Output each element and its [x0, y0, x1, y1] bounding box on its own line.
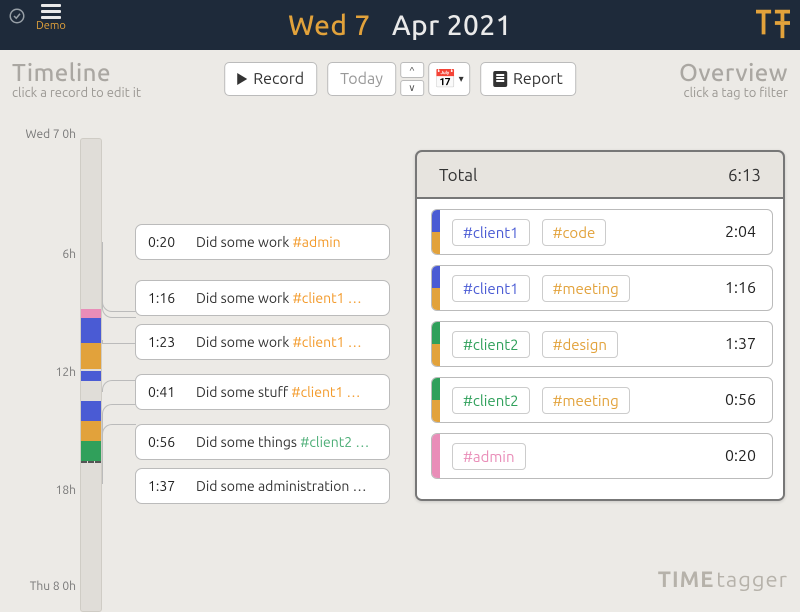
footer-brand: TIMEtagger — [658, 567, 788, 592]
tag-chip[interactable]: #client2 — [452, 387, 530, 414]
total-label: Total — [439, 166, 477, 185]
overview-tag-row[interactable]: #client2 #design 1:37 — [431, 321, 773, 367]
now-marker — [81, 461, 101, 463]
today-label: Today — [340, 70, 383, 88]
timeline-rail[interactable] — [80, 138, 102, 612]
record-duration: 1:23 — [148, 334, 196, 350]
record-card[interactable]: 1:23 Did some work #client1 … — [135, 324, 390, 360]
overview-tag-list: #client1#code2:04#client1#meeting1:16#cl… — [417, 197, 783, 499]
calendar-icon: 📅 — [434, 69, 456, 90]
timeline-heading: Timeline click a record to edit it — [12, 59, 141, 100]
report-icon — [493, 71, 507, 87]
axis-tick: Wed 7 0h — [16, 128, 76, 141]
nav-down-button[interactable]: ∨ — [400, 80, 424, 96]
report-label: Report — [513, 70, 563, 88]
record-desc: Did some things #client2 … — [196, 434, 377, 450]
tag-chip[interactable]: #admin — [452, 443, 526, 470]
today-button[interactable]: Today — [327, 62, 396, 96]
tag-chip[interactable]: #meeting — [542, 387, 630, 414]
caret-down-icon: ▾ — [459, 73, 464, 85]
axis-tick: 6h — [16, 248, 76, 261]
brand-tagger: tagger — [716, 567, 788, 592]
overview-total-row: Total 6:13 — [417, 152, 783, 197]
overview-subtitle: click a tag to filter — [679, 86, 788, 100]
overview-title: Overview — [679, 59, 788, 86]
tag-row-duration: 2:04 — [725, 223, 756, 241]
tag-row-stripes — [432, 266, 440, 310]
total-value: 6:13 — [728, 166, 761, 185]
axis-tick: 18h — [16, 484, 76, 497]
nav-up-button[interactable]: ^ — [400, 62, 424, 78]
tag-row-stripes — [432, 378, 440, 422]
timeline-axis: Wed 7 0h 6h 12h 18h Thu 8 0h — [10, 108, 80, 600]
tag-row-stripes — [432, 322, 440, 366]
tag-chip[interactable]: #design — [542, 331, 618, 358]
record-desc: Did some work #admin — [196, 234, 377, 250]
overview-tag-row[interactable]: #client1 #meeting 1:16 — [431, 265, 773, 311]
record-desc: Did some work #client1 … — [196, 290, 377, 306]
tag-chip[interactable]: #code — [542, 219, 607, 246]
date-nav-group: Today ^ ∨ 📅 ▾ — [327, 62, 470, 96]
timeline-subtitle: click a record to edit it — [12, 86, 141, 100]
sync-status-icon — [8, 7, 26, 29]
timeline-title: Timeline — [12, 59, 141, 86]
record-card[interactable]: 1:37 Did some administration … — [135, 468, 390, 504]
topbar: Demo Wed 7 Apr 2021 — [0, 0, 800, 50]
chevron-down-icon: ∨ — [408, 82, 415, 94]
main-area: Wed 7 0h 6h 12h 18h Thu 8 0h 0:20 Did so… — [0, 108, 800, 600]
record-desc: Did some stuff #client1 … — [196, 384, 377, 400]
overview-tag-row[interactable]: #client2 #meeting 0:56 — [431, 377, 773, 423]
axis-tick: 12h — [16, 366, 76, 379]
record-button[interactable]: Record — [224, 62, 317, 96]
date-month-year: Apr 2021 — [392, 10, 512, 41]
tag-chip[interactable]: #client1 — [452, 219, 530, 246]
record-desc: Did some administration … — [196, 478, 377, 494]
overview-tag-row[interactable]: #admin 0:20 — [431, 433, 773, 479]
record-duration: 0:56 — [148, 434, 196, 450]
chevron-up-icon: ^ — [409, 65, 415, 76]
brand-time: TIME — [658, 567, 715, 592]
tag-row-stripes — [432, 434, 440, 478]
record-label: Record — [253, 70, 304, 88]
overview-panel: Total 6:13 #client1 #code 2:04 #client1 #mee… — [415, 150, 785, 501]
record-duration: 0:20 — [148, 234, 196, 250]
overview-tag-row[interactable]: #client1 #code 2:04 — [431, 209, 773, 255]
tag-row-duration: 0:20 — [725, 447, 756, 465]
tag-row-duration: 1:16 — [725, 279, 756, 297]
record-card[interactable]: 0:41 Did some stuff #client1 … — [135, 374, 390, 410]
tag-row-stripes — [432, 210, 440, 254]
tag-row-duration: 1:37 — [725, 335, 756, 353]
menu-button[interactable] — [41, 4, 61, 19]
calendar-button[interactable]: 📅 ▾ — [428, 62, 470, 96]
record-desc: Did some work #client1 … — [196, 334, 377, 350]
demo-label: Demo — [36, 20, 66, 32]
toolbar: Timeline click a record to edit it Recor… — [0, 50, 800, 108]
tag-row-duration: 0:56 — [725, 391, 756, 409]
tag-chip[interactable]: #client2 — [452, 331, 530, 358]
tag-chip[interactable]: #client1 — [452, 275, 530, 302]
app-logo-icon — [754, 26, 792, 44]
record-duration: 0:41 — [148, 384, 196, 400]
date-day: Wed 7 — [288, 10, 371, 41]
tag-chip[interactable]: #meeting — [542, 275, 630, 302]
record-card[interactable]: 0:56 Did some things #client2 … — [135, 424, 390, 460]
axis-tick: Thu 8 0h — [16, 580, 76, 593]
play-icon — [237, 73, 247, 85]
overview-heading: Overview click a tag to filter — [679, 59, 788, 100]
record-duration: 1:16 — [148, 290, 196, 306]
date-title: Wed 7 Apr 2021 — [288, 10, 512, 41]
record-card[interactable]: 0:20 Did some work #admin — [135, 224, 390, 260]
record-duration: 1:37 — [148, 478, 196, 494]
report-button[interactable]: Report — [480, 62, 576, 96]
record-card[interactable]: 1:16 Did some work #client1 … — [135, 280, 390, 316]
